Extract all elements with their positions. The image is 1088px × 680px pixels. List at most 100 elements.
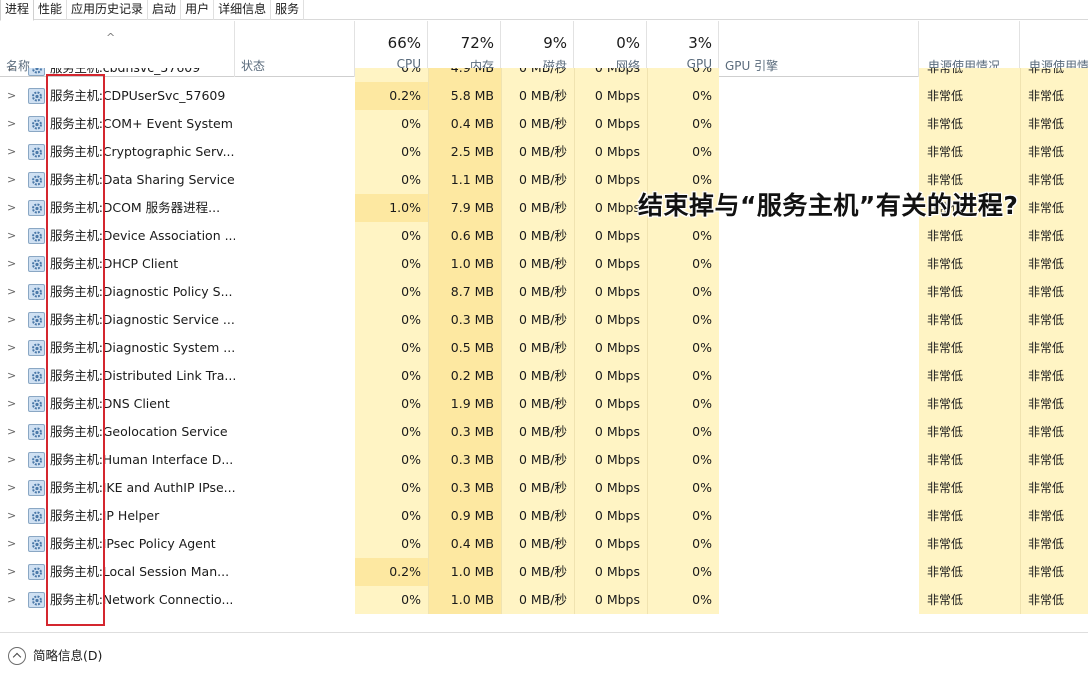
process-row[interactable]: > 服务主机:Local Session Man... 0.2% 1.0 MB 0 MB… — [0, 558, 1088, 586]
service-host-icon — [28, 144, 45, 160]
process-row[interactable]: > 服务主机:Network Connectio... 0% 1.0 MB 0 MB/秒… — [0, 586, 1088, 614]
process-row[interactable]: > 服务主机:COM+ Event System 0% 0.4 MB 0 MB/秒 0 M… — [0, 110, 1088, 138]
process-row[interactable]: > 服务主机:Cryptographic Serv... 0% 2.5 MB 0 MB/… — [0, 138, 1088, 166]
process-row[interactable]: > 服务主机:Diagnostic Policy S... 0% 8.7 MB 0 MB… — [0, 278, 1088, 306]
cpu-cell: 0% — [355, 530, 428, 558]
expand-chevron-icon[interactable]: > — [7, 510, 16, 521]
column-divider — [647, 446, 648, 474]
name-cell: > 服务主机:Data Sharing Service — [0, 166, 235, 194]
memory-cell: 1.0 MB — [428, 558, 501, 586]
column-divider — [647, 474, 648, 502]
memory-cell: 1.0 MB — [428, 250, 501, 278]
tab-6[interactable]: 服务 — [271, 0, 305, 20]
host-prefix: 服务主机: — [50, 200, 103, 215]
expand-chevron-icon[interactable]: > — [7, 454, 16, 465]
gpu-cell: 0% — [647, 558, 719, 586]
process-row[interactable]: > 服务主机:Human Interface D... 0% 0.3 MB 0 MB/秒… — [0, 446, 1088, 474]
power-cell: 非常低 — [919, 446, 1020, 474]
process-name: 服务主机:COM+ Event System — [50, 110, 233, 138]
gpu-cell: 0% — [647, 362, 719, 390]
power-cell: 非常低 — [919, 250, 1020, 278]
power-trend-cell: 非常低 — [1020, 166, 1088, 194]
tab-5[interactable]: 详细信息 — [214, 0, 272, 20]
status-cell — [235, 362, 355, 390]
expand-chevron-icon[interactable]: > — [7, 146, 16, 157]
cpu-cell: 0% — [355, 250, 428, 278]
network-cell: 0 Mbps — [574, 278, 647, 306]
process-row[interactable]: > 服务主机:IKE and AuthIP IPse... 0% 0.3 MB 0 MB… — [0, 474, 1088, 502]
tab-bar: 进程 性能 应用历史记录 启动 用户 详细信息 服务 — [0, 0, 1088, 21]
column-divider — [428, 166, 429, 194]
collapse-up-icon[interactable] — [8, 647, 26, 665]
expand-chevron-icon[interactable]: > — [7, 398, 16, 409]
process-row[interactable]: > 服务主机:IPsec Policy Agent 0% 0.4 MB 0 MB/秒 0 … — [0, 530, 1088, 558]
process-name: 服务主机:Cryptographic Serv... — [50, 138, 235, 166]
memory-cell: 0.6 MB — [428, 222, 501, 250]
memory-cell: 0.9 MB — [428, 502, 501, 530]
gpu-percent: 3% — [688, 34, 712, 52]
process-row[interactable]: > 服务主机:Device Association ... 0% 0.6 MB 0 MB… — [0, 222, 1088, 250]
gpu-engine-cell — [719, 362, 919, 390]
column-divider — [574, 390, 575, 418]
column-divider — [647, 278, 648, 306]
column-divider — [1020, 418, 1021, 446]
column-divider — [574, 334, 575, 362]
expand-chevron-icon[interactable]: > — [7, 286, 16, 297]
process-row[interactable]: > 服务主机:DNS Client 0% 1.9 MB 0 MB/秒 0 Mbps 0% 非常… — [0, 390, 1088, 418]
process-row[interactable]: > 服务主机:Diagnostic System ... 0% 0.5 MB 0 MB/… — [0, 334, 1088, 362]
expand-chevron-icon[interactable]: > — [7, 258, 16, 269]
fewer-details-button[interactable]: 简略信息(D) — [33, 647, 102, 665]
column-divider — [1020, 586, 1021, 614]
host-prefix: 服务主机: — [50, 144, 103, 159]
process-row[interactable]: > 服务主机:Distributed Link Tra... 0% 0.2 MB 0 M… — [0, 362, 1088, 390]
host-prefix: 服务主机: — [50, 452, 103, 467]
cpu-cell: 0% — [355, 166, 428, 194]
tab-1[interactable]: 性能 — [34, 0, 68, 20]
expand-chevron-icon[interactable]: > — [7, 90, 16, 101]
expand-chevron-icon[interactable]: > — [7, 174, 16, 185]
service-host-icon — [28, 200, 45, 216]
process-row[interactable]: > 服务主机:CDPUserSvc_57609 0.2% 5.8 MB 0 MB/秒 0 … — [0, 82, 1088, 110]
expand-chevron-icon[interactable]: > — [7, 118, 16, 129]
gpu-cell: 0% — [647, 530, 719, 558]
column-divider — [647, 250, 648, 278]
column-divider — [1020, 68, 1021, 82]
network-cell: 0 Mbps — [574, 110, 647, 138]
expand-chevron-icon[interactable]: > — [7, 426, 16, 437]
expand-chevron-icon[interactable]: > — [7, 538, 16, 549]
column-divider — [1020, 250, 1021, 278]
tab-4[interactable]: 用户 — [181, 0, 215, 20]
tab-2[interactable]: 应用历史记录 — [67, 0, 149, 20]
expand-chevron-icon[interactable]: > — [7, 68, 16, 73]
cpu-cell: 0% — [355, 446, 428, 474]
gpu-cell: 0% — [647, 110, 719, 138]
process-row[interactable]: > 服务主机:Geolocation Service 0% 0.3 MB 0 MB/秒 0… — [0, 418, 1088, 446]
process-row[interactable]: > 服务主机:IP Helper 0% 0.9 MB 0 MB/秒 0 Mbps 0% 非常低… — [0, 502, 1088, 530]
process-name: 服务主机:DCOM 服务器进程... — [50, 194, 220, 222]
expand-chevron-icon[interactable]: > — [7, 370, 16, 381]
power-trend-cell: 非常低 — [1020, 138, 1088, 166]
expand-chevron-icon[interactable]: > — [7, 566, 16, 577]
expand-chevron-icon[interactable]: > — [7, 482, 16, 493]
network-cell: 0 Mbps — [574, 250, 647, 278]
host-prefix: 服务主机: — [50, 564, 103, 579]
tab-0[interactable]: 进程 — [0, 0, 35, 21]
expand-chevron-icon[interactable]: > — [7, 230, 16, 241]
process-row[interactable]: > 服务主机:DHCP Client 0% 1.0 MB 0 MB/秒 0 Mbps 0% 非… — [0, 250, 1088, 278]
name-cell: > 服务主机:COM+ Event System — [0, 110, 235, 138]
expand-chevron-icon[interactable]: > — [7, 342, 16, 353]
power-trend-cell: 非常低 — [1020, 390, 1088, 418]
expand-chevron-icon[interactable]: > — [7, 594, 16, 605]
service-name: Distributed Link Tra... — [102, 368, 235, 383]
expand-chevron-icon[interactable]: > — [7, 314, 16, 325]
tab-3[interactable]: 启动 — [148, 0, 182, 20]
memory-cell: 0.2 MB — [428, 362, 501, 390]
process-row[interactable]: > 服务主机:Diagnostic Service ... 0% 0.3 MB 0 MB… — [0, 306, 1088, 334]
process-row[interactable]: >服务主机:cbdhsvc_576090%4.9 MB0 MB/秒0 Mbps0… — [0, 68, 1088, 82]
cpu-cell: 0% — [355, 362, 428, 390]
power-trend-cell: 非常低 — [1020, 306, 1088, 334]
column-divider — [501, 530, 502, 558]
expand-chevron-icon[interactable]: > — [7, 202, 16, 213]
memory-cell: 7.9 MB — [428, 194, 501, 222]
service-name: Diagnostic Policy S... — [102, 284, 233, 299]
